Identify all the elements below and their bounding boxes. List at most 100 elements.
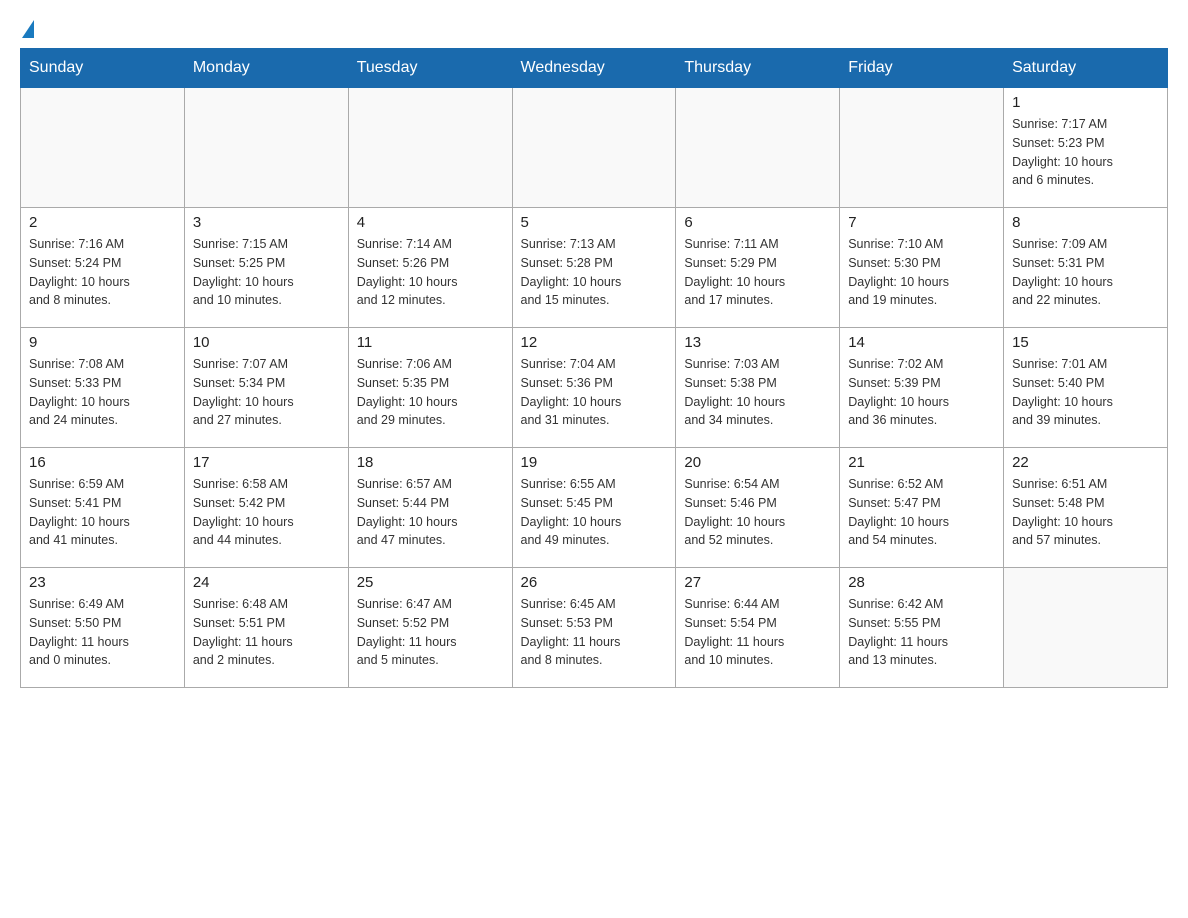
calendar-day-cell: 3 Sunrise: 7:15 AMSunset: 5:25 PMDaylight… (184, 208, 348, 328)
calendar-day-cell: 21 Sunrise: 6:52 AMSunset: 5:47 PMDayligh… (840, 448, 1004, 568)
day-number: 14 (848, 334, 995, 351)
day-number: 3 (193, 214, 340, 231)
calendar-day-cell: 11 Sunrise: 7:06 AMSunset: 5:35 PMDayligh… (348, 328, 512, 448)
day-number: 11 (357, 334, 504, 351)
calendar-day-cell (21, 88, 185, 208)
day-info: Sunrise: 6:57 AMSunset: 5:44 PMDaylight:… (357, 475, 504, 550)
day-info: Sunrise: 6:54 AMSunset: 5:46 PMDaylight:… (684, 475, 831, 550)
calendar-day-cell: 27Sunrise: 6:44 AMSunset: 5:54 PMDayligh… (676, 568, 840, 688)
day-number: 7 (848, 214, 995, 231)
day-info: Sunrise: 7:02 AMSunset: 5:39 PMDaylight:… (848, 355, 995, 430)
day-number: 10 (193, 334, 340, 351)
day-number: 4 (357, 214, 504, 231)
day-info: Sunrise: 7:08 AMSunset: 5:33 PMDaylight:… (29, 355, 176, 430)
day-number: 28 (848, 574, 995, 591)
calendar-day-cell: 16 Sunrise: 6:59 AMSunset: 5:41 PMDayligh… (21, 448, 185, 568)
calendar-day-cell (676, 88, 840, 208)
logo-triangle-icon (22, 20, 34, 38)
calendar-day-cell: 17Sunrise: 6:58 AMSunset: 5:42 PMDayligh… (184, 448, 348, 568)
calendar-week-2: 2 Sunrise: 7:16 AMSunset: 5:24 PMDaylight… (21, 208, 1168, 328)
calendar-day-cell (184, 88, 348, 208)
calendar-day-cell: 15Sunrise: 7:01 AMSunset: 5:40 PMDayligh… (1004, 328, 1168, 448)
day-number: 26 (521, 574, 668, 591)
logo (20, 20, 36, 38)
day-info: Sunrise: 7:14 AMSunset: 5:26 PMDaylight:… (357, 235, 504, 310)
day-number: 12 (521, 334, 668, 351)
day-number: 20 (684, 454, 831, 471)
calendar-day-cell: 10 Sunrise: 7:07 AMSunset: 5:34 PMDayligh… (184, 328, 348, 448)
page-header (20, 20, 1168, 38)
calendar-day-cell: 8 Sunrise: 7:09 AMSunset: 5:31 PMDaylight… (1004, 208, 1168, 328)
weekday-header-saturday: Saturday (1004, 49, 1168, 88)
day-info: Sunrise: 7:07 AMSunset: 5:34 PMDaylight:… (193, 355, 340, 430)
calendar-day-cell: 26 Sunrise: 6:45 AMSunset: 5:53 PMDayligh… (512, 568, 676, 688)
calendar-day-cell: 7 Sunrise: 7:10 AMSunset: 5:30 PMDaylight… (840, 208, 1004, 328)
day-info: Sunrise: 7:04 AMSunset: 5:36 PMDaylight:… (521, 355, 668, 430)
day-info: Sunrise: 7:06 AMSunset: 5:35 PMDaylight:… (357, 355, 504, 430)
day-info: Sunrise: 7:16 AMSunset: 5:24 PMDaylight:… (29, 235, 176, 310)
day-number: 18 (357, 454, 504, 471)
day-info: Sunrise: 6:44 AMSunset: 5:54 PMDaylight:… (684, 595, 831, 670)
day-info: Sunrise: 6:59 AMSunset: 5:41 PMDaylight:… (29, 475, 176, 550)
calendar-day-cell: 28 Sunrise: 6:42 AMSunset: 5:55 PMDayligh… (840, 568, 1004, 688)
day-number: 25 (357, 574, 504, 591)
day-info: Sunrise: 6:51 AMSunset: 5:48 PMDaylight:… (1012, 475, 1159, 550)
day-info: Sunrise: 7:10 AMSunset: 5:30 PMDaylight:… (848, 235, 995, 310)
calendar-day-cell: 6 Sunrise: 7:11 AMSunset: 5:29 PMDaylight… (676, 208, 840, 328)
calendar-table: SundayMondayTuesdayWednesdayThursdayFrid… (20, 48, 1168, 688)
weekday-header-friday: Friday (840, 49, 1004, 88)
calendar-day-cell: 19 Sunrise: 6:55 AMSunset: 5:45 PMDayligh… (512, 448, 676, 568)
day-info: Sunrise: 7:13 AMSunset: 5:28 PMDaylight:… (521, 235, 668, 310)
day-info: Sunrise: 6:47 AMSunset: 5:52 PMDaylight:… (357, 595, 504, 670)
day-number: 8 (1012, 214, 1159, 231)
calendar-week-4: 16 Sunrise: 6:59 AMSunset: 5:41 PMDayligh… (21, 448, 1168, 568)
calendar-day-cell: 14 Sunrise: 7:02 AMSunset: 5:39 PMDayligh… (840, 328, 1004, 448)
day-info: Sunrise: 6:42 AMSunset: 5:55 PMDaylight:… (848, 595, 995, 670)
day-info: Sunrise: 7:11 AMSunset: 5:29 PMDaylight:… (684, 235, 831, 310)
weekday-header-sunday: Sunday (21, 49, 185, 88)
day-info: Sunrise: 7:17 AMSunset: 5:23 PMDaylight:… (1012, 115, 1159, 190)
calendar-day-cell: 25 Sunrise: 6:47 AMSunset: 5:52 PMDayligh… (348, 568, 512, 688)
calendar-day-cell: 22 Sunrise: 6:51 AMSunset: 5:48 PMDayligh… (1004, 448, 1168, 568)
day-number: 22 (1012, 454, 1159, 471)
day-info: Sunrise: 6:52 AMSunset: 5:47 PMDaylight:… (848, 475, 995, 550)
day-number: 24 (193, 574, 340, 591)
calendar-day-cell: 18 Sunrise: 6:57 AMSunset: 5:44 PMDayligh… (348, 448, 512, 568)
day-number: 23 (29, 574, 176, 591)
calendar-day-cell: 13Sunrise: 7:03 AMSunset: 5:38 PMDayligh… (676, 328, 840, 448)
calendar-day-cell (348, 88, 512, 208)
day-info: Sunrise: 6:49 AMSunset: 5:50 PMDaylight:… (29, 595, 176, 670)
day-info: Sunrise: 7:09 AMSunset: 5:31 PMDaylight:… (1012, 235, 1159, 310)
day-number: 5 (521, 214, 668, 231)
calendar-day-cell: 23 Sunrise: 6:49 AMSunset: 5:50 PMDayligh… (21, 568, 185, 688)
calendar-day-cell: 24 Sunrise: 6:48 AMSunset: 5:51 PMDayligh… (184, 568, 348, 688)
day-number: 2 (29, 214, 176, 231)
day-info: Sunrise: 6:48 AMSunset: 5:51 PMDaylight:… (193, 595, 340, 670)
calendar-day-cell: 12 Sunrise: 7:04 AMSunset: 5:36 PMDayligh… (512, 328, 676, 448)
calendar-day-cell: 4 Sunrise: 7:14 AMSunset: 5:26 PMDaylight… (348, 208, 512, 328)
day-number: 17 (193, 454, 340, 471)
day-number: 21 (848, 454, 995, 471)
day-number: 9 (29, 334, 176, 351)
calendar-week-5: 23 Sunrise: 6:49 AMSunset: 5:50 PMDayligh… (21, 568, 1168, 688)
weekday-header-wednesday: Wednesday (512, 49, 676, 88)
weekday-header-monday: Monday (184, 49, 348, 88)
calendar-day-cell (1004, 568, 1168, 688)
calendar-header-row: SundayMondayTuesdayWednesdayThursdayFrid… (21, 49, 1168, 88)
day-info: Sunrise: 7:15 AMSunset: 5:25 PMDaylight:… (193, 235, 340, 310)
day-number: 13 (684, 334, 831, 351)
weekday-header-tuesday: Tuesday (348, 49, 512, 88)
day-info: Sunrise: 6:45 AMSunset: 5:53 PMDaylight:… (521, 595, 668, 670)
day-number: 1 (1012, 94, 1159, 111)
calendar-week-1: 1 Sunrise: 7:17 AMSunset: 5:23 PMDaylight… (21, 88, 1168, 208)
calendar-day-cell (512, 88, 676, 208)
calendar-day-cell: 2 Sunrise: 7:16 AMSunset: 5:24 PMDaylight… (21, 208, 185, 328)
calendar-day-cell: 5 Sunrise: 7:13 AMSunset: 5:28 PMDaylight… (512, 208, 676, 328)
calendar-week-3: 9 Sunrise: 7:08 AMSunset: 5:33 PMDaylight… (21, 328, 1168, 448)
day-number: 19 (521, 454, 668, 471)
day-number: 16 (29, 454, 176, 471)
day-info: Sunrise: 6:55 AMSunset: 5:45 PMDaylight:… (521, 475, 668, 550)
calendar-day-cell: 9 Sunrise: 7:08 AMSunset: 5:33 PMDaylight… (21, 328, 185, 448)
day-number: 15 (1012, 334, 1159, 351)
day-number: 6 (684, 214, 831, 231)
